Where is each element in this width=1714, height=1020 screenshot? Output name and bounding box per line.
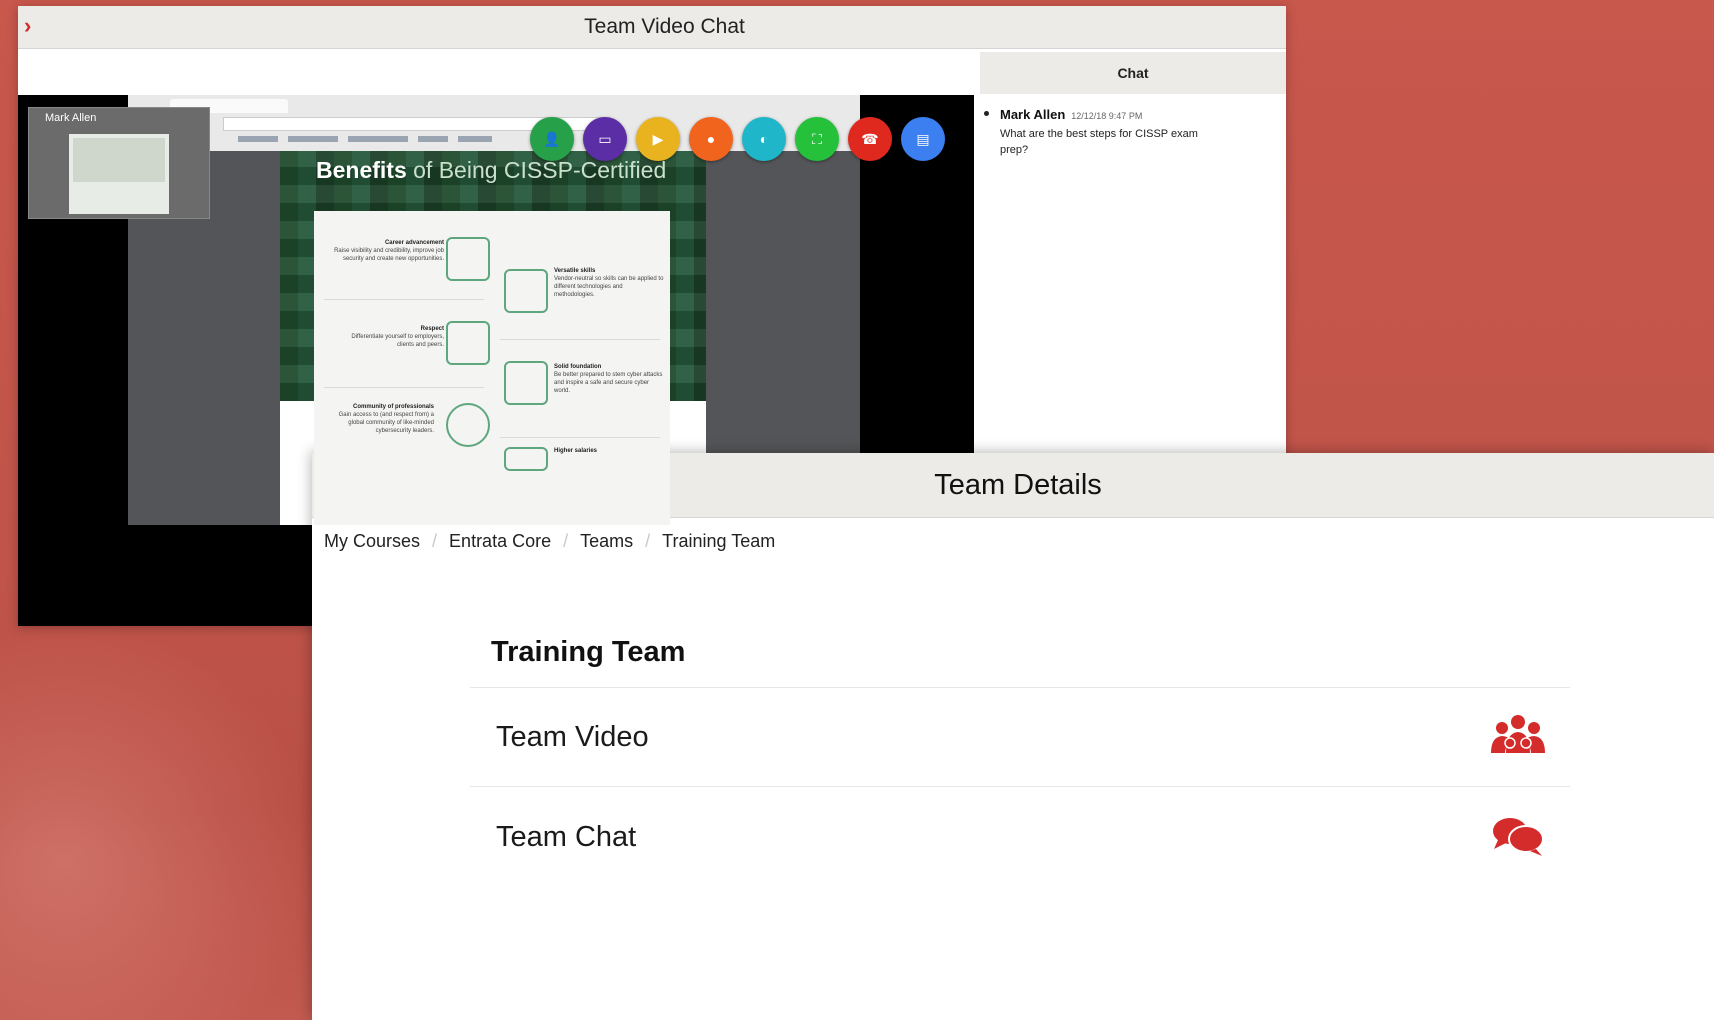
team-details-window: ‹ Team Details My Courses / Entrata Core…	[312, 453, 1714, 1020]
chat-bubbles-icon	[1493, 818, 1544, 856]
bookmark	[418, 136, 448, 142]
chat-toggle-button[interactable]: ▤	[901, 117, 945, 161]
slide-divider	[324, 387, 484, 388]
career-icon	[446, 237, 490, 281]
benefit-item: Solid foundation Be better prepared to s…	[554, 364, 663, 394]
speaker-mute-button[interactable]: ◐	[742, 117, 786, 161]
video-chat-titlebar: › Team Video Chat	[18, 6, 1286, 49]
benefit-item: Community of professionals Gain access t…	[338, 404, 434, 434]
slide-title: Benefits of Being CISSP-Certified	[316, 157, 667, 183]
message-text: What are the best steps for CISSP exam p…	[1000, 128, 1198, 156]
slide-divider	[500, 437, 660, 438]
team-name-heading: Training Team	[491, 636, 686, 668]
salary-icon	[504, 447, 548, 471]
microphone-icon: ●	[706, 131, 716, 147]
chat-toggle-icon: ▤	[916, 130, 930, 147]
self-view-name: Mark Allen	[45, 112, 97, 124]
microphone-button[interactable]: ●	[689, 117, 733, 161]
presentation-slide: Benefits of Being CISSP-Certified Career…	[280, 151, 706, 525]
team-group-icon	[1491, 715, 1545, 753]
benefit-item: Career advancement Raise visibility and …	[334, 240, 444, 262]
slide-benefits-card: Career advancement Raise visibility and …	[314, 211, 670, 525]
chat-message: Mark Allen 12/12/18 9:47 PM What are the …	[984, 106, 1260, 158]
screen-share-button[interactable]: ▭	[583, 117, 627, 161]
benefit-item: Versatile skills Vendor-neutral so skill…	[554, 268, 664, 298]
row-divider	[470, 786, 1570, 787]
globe-icon	[446, 403, 490, 447]
team-video-row[interactable]: Team Video	[470, 689, 1570, 785]
bookmark	[288, 136, 338, 142]
slide-divider	[324, 299, 484, 300]
breadcrumb-teams[interactable]: Teams	[580, 531, 633, 552]
speaker-mute-icon: ◐	[759, 131, 769, 147]
bookmark	[238, 136, 278, 142]
hang-up-button[interactable]: ☎	[848, 117, 892, 161]
message-author: Mark Allen	[1000, 107, 1066, 122]
team-chat-label: Team Chat	[496, 821, 637, 853]
handshake-icon	[446, 321, 490, 365]
self-view-preview	[69, 134, 169, 214]
benefit-item: Respect Differentiate yourself to employ…	[351, 326, 444, 348]
breadcrumb-training-team: Training Team	[662, 530, 776, 551]
bookmark	[458, 136, 492, 142]
screen-share-icon: ▭	[598, 130, 612, 147]
message-timestamp: 12/12/18 9:47 PM	[1071, 111, 1143, 121]
self-view-thumbnail[interactable]: Mark Allen	[28, 107, 210, 219]
row-divider	[470, 687, 1570, 688]
breadcrumb-my-courses[interactable]: My Courses	[324, 531, 420, 552]
skills-icon	[504, 269, 548, 313]
camera-toggle-button[interactable]: ▶	[636, 117, 680, 161]
hang-up-icon: ☎	[861, 130, 879, 147]
participants-icon: 👤	[543, 130, 561, 147]
breadcrumb-separator: /	[432, 530, 438, 551]
team-chat-row[interactable]: Team Chat	[470, 789, 1570, 885]
participants-button[interactable]: 👤	[530, 117, 574, 161]
chat-header: Chat	[980, 52, 1286, 94]
fullscreen-icon: ⛶	[812, 130, 822, 147]
background-haze	[0, 620, 320, 1020]
bookmark	[348, 136, 408, 142]
message-bullet	[984, 111, 989, 116]
slide-divider	[500, 339, 660, 340]
breadcrumb-entrata-core[interactable]: Entrata Core	[449, 531, 551, 552]
camera-off-icon: ▶	[652, 130, 664, 147]
team-video-label: Team Video	[496, 721, 649, 753]
fullscreen-button[interactable]: ⛶	[795, 117, 839, 161]
lock-icon	[504, 361, 548, 405]
breadcrumb: My Courses / Entrata Core / Teams / Trai…	[324, 527, 775, 555]
breadcrumb-separator: /	[645, 530, 651, 551]
benefit-item: Higher salaries	[554, 448, 598, 454]
breadcrumb-separator: /	[563, 530, 569, 551]
video-chat-title: Team Video Chat	[584, 15, 745, 38]
